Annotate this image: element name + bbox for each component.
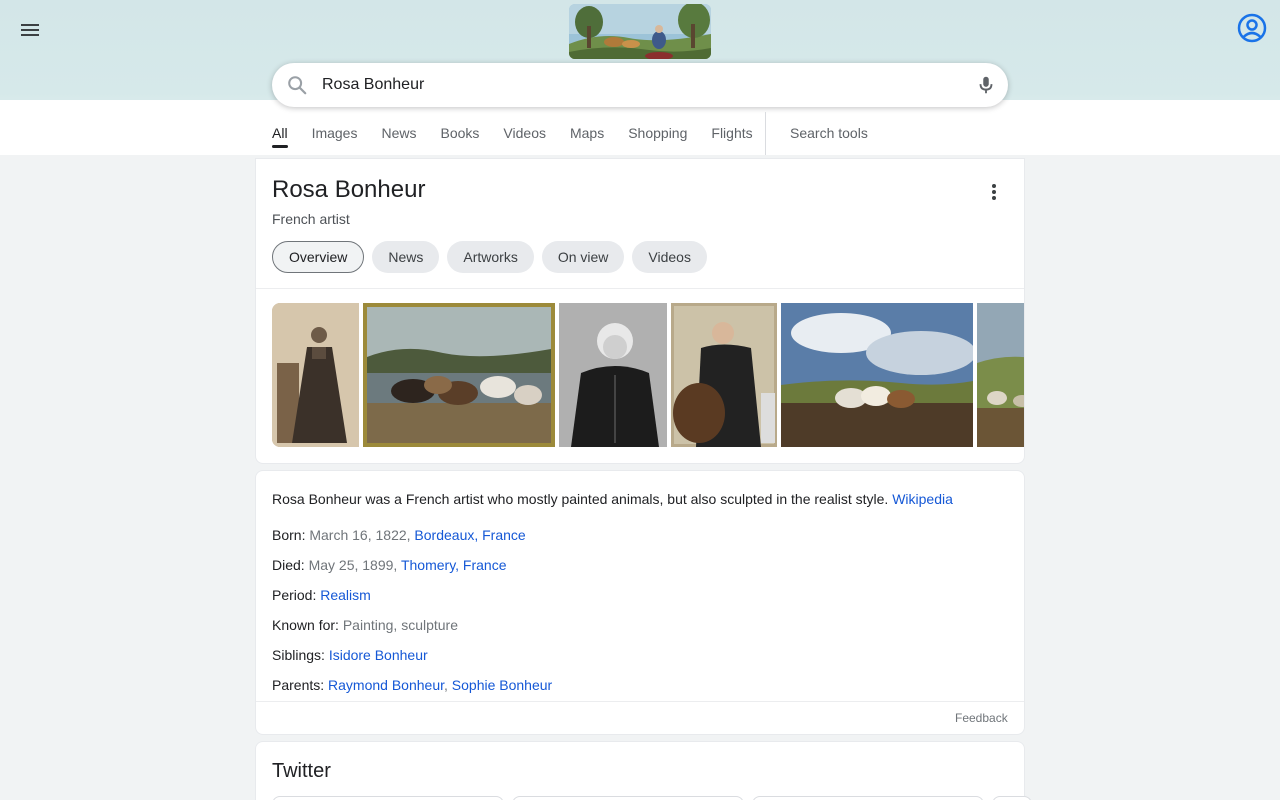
knowledge-panel-chips: Overview News Artworks On view Videos — [272, 241, 707, 273]
parent-link[interactable]: Sophie Bonheur — [452, 677, 552, 693]
tab-images[interactable]: Images — [312, 112, 358, 155]
fact-period: Period: Realism — [272, 585, 371, 605]
fact-value: March 16, 1822, — [309, 527, 411, 543]
search-input[interactable] — [322, 63, 962, 107]
fact-label: Siblings: — [272, 647, 325, 663]
chip-on-view[interactable]: On view — [541, 241, 625, 273]
tweet-card[interactable] — [272, 796, 504, 800]
fact-known-for: Known for: Painting, sculpture — [272, 615, 458, 635]
deathplace-link[interactable]: Thomery, France — [401, 557, 507, 573]
tweet-card[interactable] — [992, 796, 1032, 800]
landscape-painting-image[interactable] — [977, 303, 1024, 447]
search-tools-button[interactable]: Search tools — [790, 125, 868, 141]
ploughing-painting-image[interactable] — [781, 303, 973, 447]
chip-overview[interactable]: Overview — [272, 241, 365, 273]
fact-label: Died: — [272, 557, 305, 573]
tab-all[interactable]: All — [272, 112, 288, 155]
fact-label: Born: — [272, 527, 306, 543]
tweet-card[interactable] — [752, 796, 984, 800]
tab-maps[interactable]: Maps — [570, 112, 604, 155]
knowledge-panel-subtitle: French artist — [272, 211, 350, 227]
fact-parents: Parents: Raymond Bonheur, Sophie Bonheur — [272, 675, 552, 695]
fact-value: May 25, 1899, — [308, 557, 398, 573]
account-circle-icon[interactable] — [1236, 12, 1268, 44]
image-carousel — [272, 303, 1024, 447]
more-options-icon[interactable] — [984, 182, 1004, 202]
hamburger-menu-icon[interactable] — [16, 16, 44, 44]
fact-died: Died: May 25, 1899, Thomery, France — [272, 555, 507, 575]
search-icon[interactable] — [286, 74, 308, 96]
twitter-title: Twitter — [272, 760, 331, 782]
tab-flights[interactable]: Flights — [711, 112, 752, 155]
period-link[interactable]: Realism — [320, 587, 371, 603]
tabs-divider — [765, 112, 766, 155]
tab-videos[interactable]: Videos — [503, 112, 546, 155]
portrait-photo-image[interactable] — [272, 303, 359, 447]
fact-value: Painting, sculpture — [342, 617, 459, 633]
description-text: Rosa Bonheur was a French artist who mos… — [272, 491, 889, 507]
feedback-divider — [256, 701, 1024, 702]
feedback-link[interactable]: Feedback — [955, 711, 1008, 725]
parent-link[interactable]: Raymond Bonheur — [328, 677, 444, 693]
fact-siblings: Siblings: Isidore Bonheur — [272, 645, 428, 665]
search-tabs: All Images News Books Videos Maps Shoppi… — [272, 112, 777, 155]
portrait-with-bull-image[interactable] — [671, 303, 777, 447]
fact-label: Parents: — [272, 677, 325, 693]
chip-videos[interactable]: Videos — [632, 241, 707, 273]
separator: , — [444, 677, 448, 693]
twitter-card — [255, 741, 1025, 800]
doodle-image[interactable] — [569, 4, 711, 59]
microphone-icon[interactable] — [975, 74, 997, 96]
sibling-link[interactable]: Isidore Bonheur — [329, 647, 428, 663]
fact-label: Known for: — [272, 617, 339, 633]
tab-shopping[interactable]: Shopping — [628, 112, 687, 155]
knowledge-panel-title: Rosa Bonheur — [272, 176, 426, 203]
tweet-card[interactable] — [512, 796, 744, 800]
wikipedia-link[interactable]: Wikipedia — [892, 491, 953, 507]
chips-divider — [256, 288, 1024, 289]
description: Rosa Bonheur was a French artist who mos… — [272, 489, 1012, 509]
chip-news[interactable]: News — [372, 241, 440, 273]
fact-born: Born: March 16, 1822, Bordeaux, France — [272, 525, 526, 545]
tab-books[interactable]: Books — [441, 112, 480, 155]
tab-news[interactable]: News — [381, 112, 416, 155]
search-box[interactable] — [272, 63, 1008, 107]
birthplace-link[interactable]: Bordeaux, France — [414, 527, 525, 543]
chip-artworks[interactable]: Artworks — [447, 241, 534, 273]
elderly-portrait-image[interactable] — [559, 303, 667, 447]
fact-label: Period: — [272, 587, 317, 603]
horse-fair-painting-image[interactable] — [363, 303, 555, 447]
